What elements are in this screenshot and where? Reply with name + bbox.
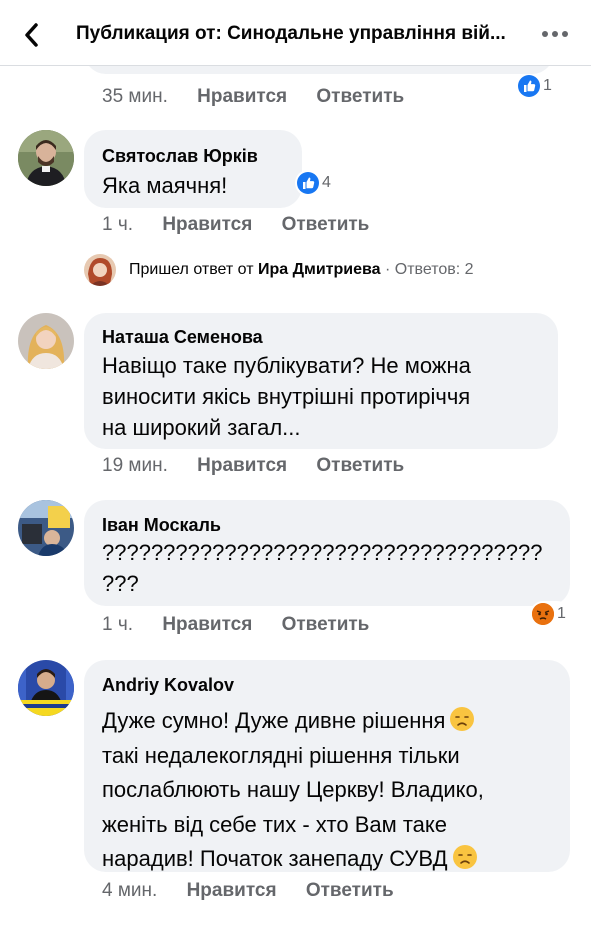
reply-author: Ира Дмитриева xyxy=(257,261,381,278)
comment-text-line: Навіщо таке публікувати? Не можна xyxy=(102,353,471,378)
comment-actions-2: 19 мин. Нравится Ответить xyxy=(102,455,428,477)
disappointed-face-icon xyxy=(449,706,475,732)
reaction-badge[interactable]: 1 xyxy=(530,601,570,627)
reply-summary-prefix: Пришел ответ от xyxy=(129,261,258,278)
comment-author[interactable]: Святослав Юрків xyxy=(102,146,258,167)
disappointed-face-icon xyxy=(452,844,478,870)
comment-text-line: виносити якісь внутрішні протиріччя xyxy=(102,384,471,409)
comment-text-line: такі недалекоглядні рішення тільки xyxy=(102,742,460,768)
comment-text-line: Дуже сумно! Дуже дивне рішення xyxy=(102,704,484,739)
like-button[interactable]: Нравится xyxy=(187,880,277,901)
comment-text-line: на широкий загал... xyxy=(102,415,301,440)
reply-count: · Ответов: 2 xyxy=(380,261,474,278)
comment-text: Яка маячня! xyxy=(102,170,227,201)
comment-time: 1 ч. xyxy=(102,614,134,635)
comment-text: ???????????????????????????????????? ??? xyxy=(102,537,542,599)
chevron-left-icon xyxy=(25,23,38,47)
page-title: Публикация от: Синодальне управління вій… xyxy=(76,23,506,44)
more-options-button[interactable] xyxy=(538,22,572,46)
comment-text: Дуже сумно! Дуже дивне рішення такі неда… xyxy=(102,704,484,877)
comment-time: 19 мин. xyxy=(102,455,168,476)
reply-button[interactable]: Ответить xyxy=(316,86,404,107)
comment-time: 1 ч. xyxy=(102,214,134,235)
back-button[interactable] xyxy=(16,18,50,52)
comment-actions-4: 4 мин. Нравится Ответить xyxy=(102,880,418,902)
header-bar: Публикация от: Синодальне управління вій… xyxy=(0,0,591,66)
comment-text-fragment: нарадив! Початок занепаду СУВД xyxy=(102,846,448,871)
avatar[interactable] xyxy=(18,500,74,556)
comment-author[interactable]: Наташа Семенова xyxy=(102,327,263,348)
comment-actions-0: 35 мин. Нравится Ответить xyxy=(102,86,428,108)
comment-text-fragment: Дуже сумно! Дуже дивне рішення xyxy=(102,708,446,733)
comment-text-line: нарадив! Початок занепаду СУВД xyxy=(102,842,484,877)
more-dots-icon xyxy=(542,31,568,37)
comment-actions-3: 1 ч. Нравится Ответить xyxy=(102,614,393,636)
reply-button[interactable]: Ответить xyxy=(316,455,404,476)
comment-text-line: послаблюють нашу Церкву! Владико, xyxy=(102,777,484,802)
like-button[interactable]: Нравится xyxy=(162,614,252,635)
like-icon xyxy=(518,75,540,97)
reaction-count: 1 xyxy=(557,605,566,622)
reaction-count: 4 xyxy=(322,174,331,191)
reply-summary: Пришел ответ от Ира Дмитриева · Ответов:… xyxy=(129,261,474,279)
reply-button[interactable]: Ответить xyxy=(282,214,370,235)
comment-author[interactable]: Іван Москаль xyxy=(102,515,221,536)
like-button[interactable]: Нравится xyxy=(197,455,287,476)
avatar xyxy=(84,254,116,286)
reply-button[interactable]: Ответить xyxy=(306,880,394,901)
comment-time: 4 мин. xyxy=(102,880,158,901)
like-button[interactable]: Нравится xyxy=(162,214,252,235)
comment-text-line: ??? xyxy=(102,571,139,596)
avatar[interactable] xyxy=(18,130,74,186)
like-icon xyxy=(297,172,319,194)
comment-actions-1: 1 ч. Нравится Ответить xyxy=(102,214,393,236)
reply-button[interactable]: Ответить xyxy=(282,614,370,635)
avatar[interactable] xyxy=(18,313,74,369)
comment-time: 35 мин. xyxy=(102,86,168,107)
comment-text-line: Яка маячня! xyxy=(102,173,228,198)
avatar[interactable] xyxy=(18,660,74,716)
reaction-count: 1 xyxy=(543,77,552,94)
comment-text: Навіщо таке публікувати? Не можна виноси… xyxy=(102,350,471,443)
reaction-badge[interactable]: 4 xyxy=(295,170,335,196)
comment-text-line: женіть від себе тих - хто Вам таке xyxy=(102,811,448,837)
comment-text-line: ???????????????????????????????????? xyxy=(102,540,543,565)
comment-author[interactable]: Andriy Kovalov xyxy=(102,675,234,696)
like-button[interactable]: Нравится xyxy=(197,86,287,107)
reaction-badge[interactable]: 1 xyxy=(516,73,556,99)
angry-icon xyxy=(532,603,554,625)
